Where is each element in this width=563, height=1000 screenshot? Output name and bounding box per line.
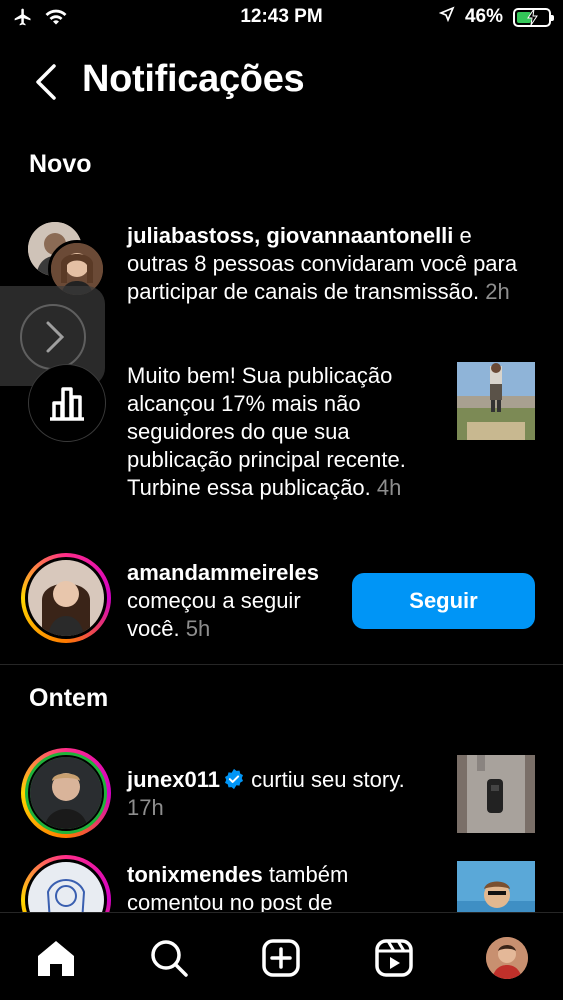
location-arrow-icon [438,6,455,28]
chevron-left-icon [36,64,56,100]
notification-user[interactable]: junex011 [127,767,220,792]
notification-user[interactable]: amandammeireles [127,560,319,585]
notification-time: 17h [127,795,164,820]
tab-profile[interactable] [484,935,530,981]
tab-create[interactable] [258,935,304,981]
back-button[interactable] [32,60,62,104]
home-icon [38,941,74,976]
tab-home[interactable] [33,935,79,981]
notification-user[interactable]: tonixmendes [127,862,263,887]
notification-text: juliabastoss, giovannaantonelli e outras… [127,222,532,306]
verified-badge-icon [223,768,245,790]
notification-text: tonixmendes também comentou no post de [127,861,427,915]
chevron-right-icon [46,321,65,353]
battery-percent: 46% [464,6,503,27]
reels-icon [375,939,413,977]
notification-message: começou a seguir você. [127,588,301,641]
post-thumbnail[interactable] [457,861,535,915]
status-bar: 12:43 PM 46% [0,0,563,38]
section-divider [0,664,563,665]
create-icon [262,939,300,977]
follow-button[interactable]: Seguir [352,573,535,629]
notification-users[interactable]: juliabastoss, giovannaantonelli [127,223,453,248]
avatar-junex011[interactable] [21,748,111,838]
avatar-tonixmendes[interactable] [21,855,111,915]
status-right: 46% [438,6,554,28]
notification-insights[interactable]: Muito bem! Sua publicação alcançou 17% m… [0,360,563,530]
post-thumbnail[interactable] [457,362,535,440]
tab-bar [0,912,563,1000]
notification-comment[interactable]: tonixmendes também comentou no post de [0,855,563,915]
header: Notificações [0,54,563,110]
notification-story-like[interactable]: junex011 curtiu seu story. 17h [0,748,563,848]
notification-message: curtiu seu story. [244,767,405,792]
notification-time: 4h [376,475,402,500]
search-icon [151,940,188,977]
notification-message: Muito bem! Sua publicação alcançou 17% m… [127,363,406,500]
section-title-yesterday: Ontem [29,684,109,712]
page-title: Notificações [82,58,305,100]
notification-text: amandammeireles começou a seguir você. 5… [127,559,337,643]
avatar-amandammeireles[interactable] [21,553,111,643]
notification-text: Muito bem! Sua publicação alcançou 17% m… [127,362,447,502]
section-title-new: Novo [29,150,92,178]
tab-search[interactable] [146,935,192,981]
notification-time: 5h [185,616,211,641]
story-thumbnail[interactable] [457,755,535,833]
notification-text: junex011 curtiu seu story. 17h [127,766,427,822]
battery-icon [513,7,554,27]
notification-time: 2h [485,279,510,304]
notification-follow[interactable]: amandammeireles começou a seguir você. 5… [0,553,563,653]
tab-reels[interactable] [371,935,417,981]
profile-avatar[interactable] [486,937,528,979]
